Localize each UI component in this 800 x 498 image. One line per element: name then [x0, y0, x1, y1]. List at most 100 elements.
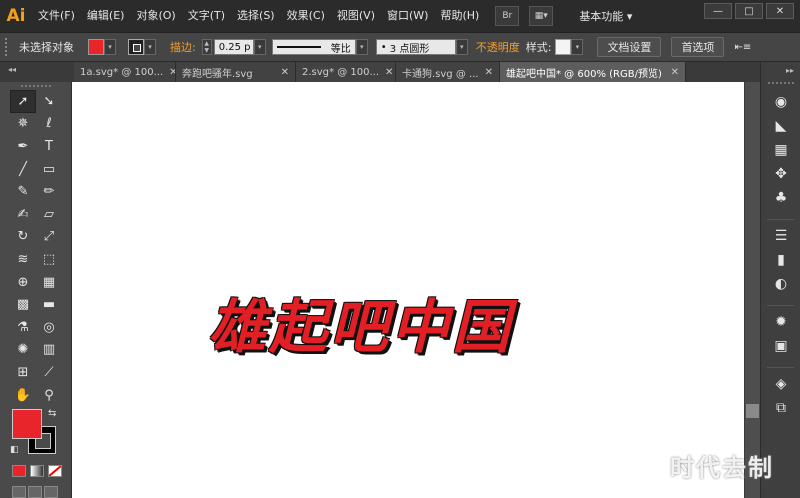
gradient-tool-icon[interactable]: ▬	[36, 293, 62, 316]
blob-brush-tool-icon[interactable]: ✍	[10, 203, 36, 226]
color-icon[interactable]: ◉	[761, 90, 800, 114]
stroke-dropdown[interactable]: ▾	[144, 39, 156, 55]
close-tab-icon[interactable]: ✕	[281, 67, 289, 78]
menu-item[interactable]: 效果(C)	[281, 0, 331, 32]
appearance-icon[interactable]: ✹	[761, 310, 800, 334]
direct-selection-tool-icon[interactable]: ➘	[36, 90, 62, 113]
preferences-button[interactable]: 首选项	[671, 37, 725, 57]
mesh-tool-icon[interactable]: ▩	[10, 293, 36, 316]
menu-item[interactable]: 选择(S)	[231, 0, 281, 32]
line-tool-icon[interactable]: ╱	[10, 158, 36, 181]
artboard-canvas[interactable]: 雄起吧中国	[72, 82, 744, 498]
hand-tool-icon[interactable]: ✋	[10, 384, 36, 407]
menu-item[interactable]: 视图(V)	[331, 0, 381, 32]
document-tab[interactable]: 1a.svg* @ 100... ✕	[74, 62, 176, 82]
stroke-icon[interactable]: ☰	[761, 224, 800, 248]
shape-builder-tool-icon[interactable]: ⊕	[10, 271, 36, 294]
magic-wand-tool-icon[interactable]: ✵	[10, 113, 36, 136]
graphic-style-dropdown[interactable]: ▾	[571, 39, 584, 55]
selection-tool-icon[interactable]: ➚	[10, 90, 36, 113]
default-fill-stroke-icon[interactable]: ◧	[10, 445, 19, 455]
color-mode-icon[interactable]	[12, 465, 26, 477]
menu-item[interactable]: 窗口(W)	[381, 0, 434, 32]
graphic-style-swatch[interactable]	[555, 39, 572, 55]
rotate-tool-icon[interactable]: ↻	[10, 226, 36, 249]
free-transform-tool-icon[interactable]: ⬚	[36, 248, 62, 271]
pen-tool-icon[interactable]: ✒	[10, 135, 36, 158]
menu-item[interactable]: 帮助(H)	[434, 0, 485, 32]
stroke-weight-dropdown[interactable]: ▾	[253, 39, 266, 55]
graphic-styles-icon[interactable]: ▣	[761, 334, 800, 358]
document-tab[interactable]: 奔跑吧骚年.svg ✕	[176, 62, 296, 82]
perspective-grid-tool-icon[interactable]: ▦	[36, 271, 62, 294]
stroke-weight-input[interactable]: 0.25 p	[213, 39, 254, 55]
menu-item[interactable]: 编辑(E)	[81, 0, 131, 32]
panel-dock-grip[interactable]	[767, 82, 794, 90]
scrollbar-thumb[interactable]	[746, 404, 759, 418]
eyedropper-tool-icon[interactable]: ⚗	[10, 316, 36, 339]
close-tab-icon[interactable]: ✕	[485, 67, 493, 78]
workspace-switcher[interactable]: 基本功能 ▾	[579, 8, 632, 24]
minimize-button[interactable]: —	[704, 3, 732, 19]
expand-panels-icon[interactable]: ▸▸	[761, 62, 800, 82]
stroke-label[interactable]: 描边:	[170, 39, 196, 55]
zoom-tool-icon[interactable]: ⚲	[36, 384, 62, 407]
symbols-icon[interactable]: ♣	[761, 186, 800, 210]
close-tab-icon[interactable]: ✕	[169, 67, 175, 78]
opacity-label[interactable]: 不透明度	[476, 39, 520, 55]
document-tab[interactable]: 雄起吧中国* @ 600% (RGB/预览) ✕	[500, 62, 686, 82]
close-tab-icon[interactable]: ✕	[671, 67, 679, 78]
arrange-documents-icon[interactable]: ▦▾	[529, 6, 554, 26]
menu-item[interactable]: 文件(F)	[32, 0, 81, 32]
symbol-sprayer-tool-icon[interactable]: ✺	[10, 339, 36, 362]
eraser-tool-icon[interactable]: ▱	[36, 203, 62, 226]
swatches-icon[interactable]: ▦	[761, 138, 800, 162]
artwork-text[interactable]: 雄起吧中国	[208, 280, 513, 364]
stroke-weight-stepper[interactable]: ▲ ▼	[201, 39, 212, 55]
pencil-tool-icon[interactable]: ✏	[36, 180, 62, 203]
brush-dropdown[interactable]: ▾	[455, 39, 468, 55]
stroke-profile-dropdown[interactable]: ▾	[355, 39, 368, 55]
stroke-profile-select[interactable]: 等比	[271, 39, 356, 55]
close-tab-icon[interactable]: ✕	[385, 67, 393, 78]
collapse-tools-icon[interactable]: ◂◂	[8, 65, 16, 74]
type-tool-icon[interactable]: T	[36, 135, 62, 158]
color-guide-icon[interactable]: ◣	[761, 114, 800, 138]
stroke-color-swatch[interactable]	[128, 39, 144, 55]
fill-dropdown[interactable]: ▾	[104, 39, 116, 55]
layers-icon[interactable]: ◈	[761, 372, 800, 396]
warp-tool-icon[interactable]: ≋	[10, 248, 36, 271]
brushes-icon[interactable]: ✥	[761, 162, 800, 186]
rectangle-tool-icon[interactable]: ▭	[36, 158, 62, 181]
maximize-button[interactable]: □	[735, 3, 763, 19]
document-setup-button[interactable]: 文档设置	[597, 37, 662, 57]
gradient-mode-icon[interactable]	[30, 465, 44, 477]
control-bar-grip[interactable]	[5, 38, 11, 56]
none-mode-icon[interactable]	[48, 465, 62, 477]
vertical-scrollbar[interactable]	[744, 82, 760, 498]
column-graph-tool-icon[interactable]: ▥	[36, 339, 62, 362]
document-tab[interactable]: 2.svg* @ 100... ✕	[296, 62, 396, 82]
close-button[interactable]: ✕	[766, 3, 794, 19]
gradient-icon[interactable]: ▮	[761, 248, 800, 272]
menu-item[interactable]: 文字(T)	[182, 0, 231, 32]
bridge-icon[interactable]: Br	[495, 6, 520, 26]
paintbrush-tool-icon[interactable]: ✎	[10, 180, 36, 203]
panel-menu-icon[interactable]: ⇤≡	[734, 42, 751, 53]
lasso-tool-icon[interactable]: ℓ	[36, 113, 62, 136]
blend-tool-icon[interactable]: ◎	[36, 316, 62, 339]
document-tab[interactable]: 卡通狗.svg @ ... ✕	[396, 62, 500, 82]
slice-tool-icon[interactable]: ⟋	[36, 361, 62, 384]
draw-inside-icon[interactable]	[44, 486, 58, 498]
brush-select[interactable]: • 3 点圆形	[375, 39, 456, 55]
transparency-icon[interactable]: ◐	[761, 272, 800, 296]
draw-behind-icon[interactable]	[28, 486, 42, 498]
artboard-tool-icon[interactable]: ⊞	[10, 361, 36, 384]
scale-tool-icon[interactable]: ⤢	[36, 226, 62, 249]
draw-normal-icon[interactable]	[12, 486, 26, 498]
swap-fill-stroke-icon[interactable]: ⇆	[48, 408, 56, 419]
menu-item[interactable]: 对象(O)	[130, 0, 181, 32]
artboards-icon[interactable]: ⧉	[761, 396, 800, 420]
fill-swatch[interactable]	[12, 409, 42, 439]
fill-color-swatch[interactable]	[88, 39, 104, 55]
